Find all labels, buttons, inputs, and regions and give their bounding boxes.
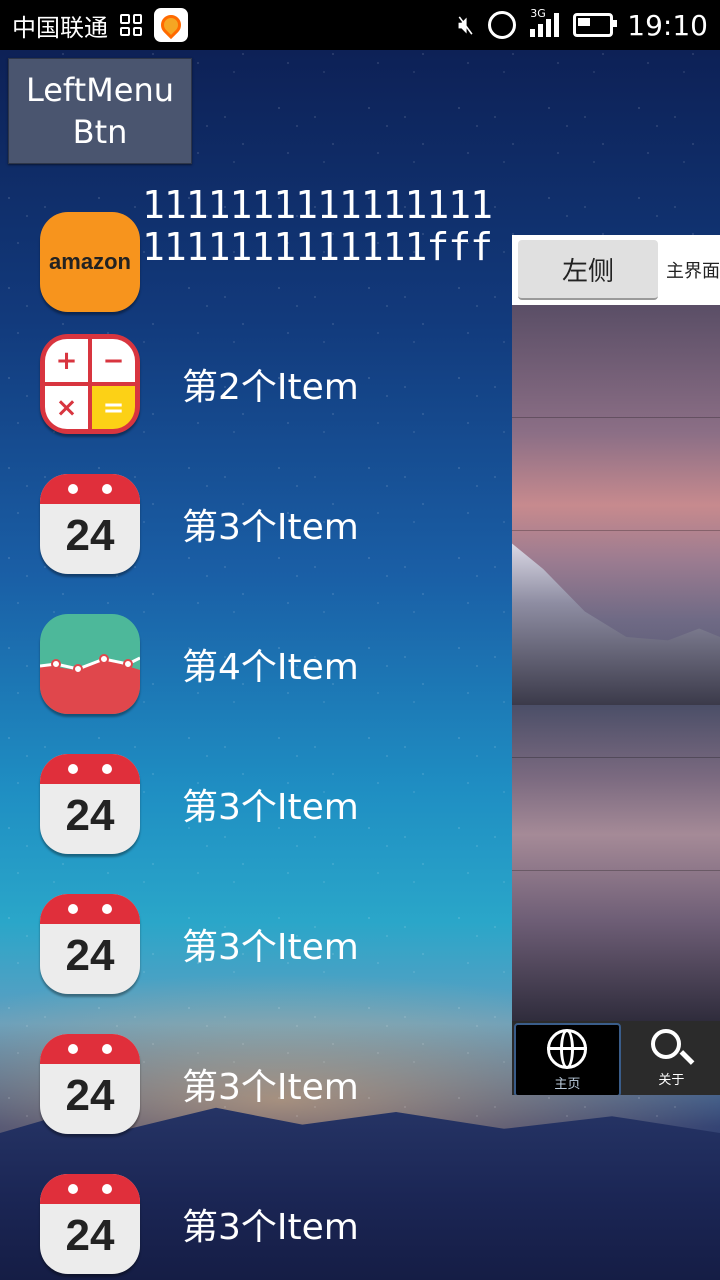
map-app-icon bbox=[154, 8, 188, 42]
menu-item[interactable]: + − × = 第2个Item bbox=[40, 334, 500, 434]
menu-item[interactable]: 第4个Item bbox=[40, 614, 500, 714]
amazon-logo-text: amazon bbox=[49, 249, 131, 274]
content-title: 主界面 bbox=[666, 261, 720, 282]
calendar-icon: 24 bbox=[40, 474, 140, 574]
calendar-icon: 24 bbox=[40, 1034, 140, 1134]
menu-item[interactable]: 24 第3个Item bbox=[40, 754, 500, 854]
menu-item-label: 第3个Item bbox=[182, 787, 359, 828]
tab-about[interactable]: 关于 bbox=[623, 1021, 720, 1095]
clock: 19:10 bbox=[627, 8, 708, 42]
status-bar: 中国联通 🔇︎ 3G 19:10 bbox=[0, 0, 720, 50]
chart-icon bbox=[40, 614, 140, 714]
search-icon bbox=[651, 1028, 682, 1059]
globe-icon bbox=[547, 1028, 588, 1069]
mute-icon: 🔇︎ bbox=[457, 9, 475, 40]
left-side-button[interactable]: 左侧 bbox=[518, 240, 658, 300]
calendar-icon: 24 bbox=[40, 754, 140, 854]
menu-item[interactable]: amazon bbox=[40, 212, 500, 312]
menu-item-label: 第3个Item bbox=[182, 927, 359, 968]
menu-item[interactable]: 24 第3个Item bbox=[40, 1034, 500, 1134]
carrier-name: 中国联通 bbox=[12, 13, 108, 42]
content-header: 左侧 主界面 bbox=[512, 235, 720, 305]
menu-item-label: 第2个Item bbox=[182, 367, 359, 408]
calendar-icon: 24 bbox=[40, 1174, 140, 1274]
menu-item-label: 第3个Item bbox=[182, 507, 359, 548]
bottom-tab-bar: 主页 关于 bbox=[512, 1021, 720, 1095]
menu-item-label: 第3个Item bbox=[182, 1067, 359, 1108]
amazon-icon: amazon bbox=[40, 212, 140, 312]
signal-icon: 3G bbox=[530, 7, 560, 37]
calendar-icon: 24 bbox=[40, 894, 140, 994]
menu-item[interactable]: 24 第3个Item bbox=[40, 1174, 500, 1274]
menu-item-label: 第4个Item bbox=[182, 647, 359, 688]
lake-photo bbox=[512, 305, 720, 1021]
alarm-icon bbox=[488, 11, 517, 39]
mountain-shape bbox=[512, 543, 720, 705]
tab-about-label: 关于 bbox=[658, 1072, 685, 1088]
apps-grid-icon bbox=[120, 14, 142, 36]
menu-item[interactable]: 24 第3个Item bbox=[40, 474, 500, 574]
main-content-panel[interactable]: 左侧 主界面 主页 关于 bbox=[512, 235, 720, 1095]
menu-item[interactable]: 24 第3个Item bbox=[40, 894, 500, 994]
network-type: 3G bbox=[530, 7, 546, 20]
left-menu-button[interactable]: LeftMenu Btn bbox=[8, 58, 192, 164]
calculator-icon: + − × = bbox=[40, 334, 140, 434]
menu-item-label: 第3个Item bbox=[182, 1207, 359, 1248]
tab-home-label: 主页 bbox=[554, 1076, 581, 1092]
battery-icon bbox=[573, 13, 618, 37]
tab-home[interactable]: 主页 bbox=[514, 1023, 621, 1095]
